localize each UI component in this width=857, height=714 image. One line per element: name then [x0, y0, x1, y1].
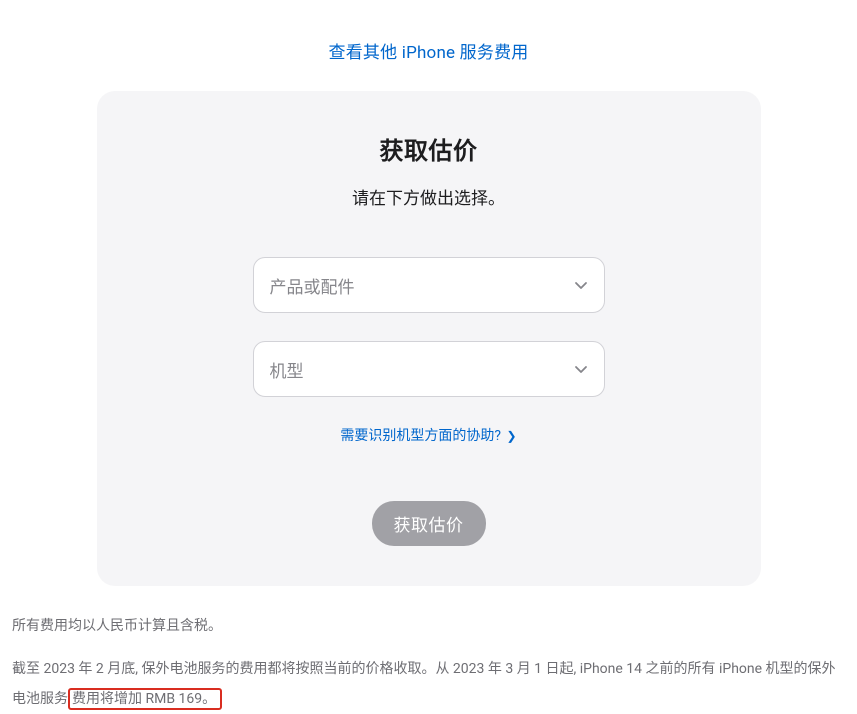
other-service-fees-link[interactable]: 查看其他 iPhone 服务费用: [329, 43, 529, 63]
top-link-container: 查看其他 iPhone 服务费用: [0, 0, 857, 91]
model-select[interactable]: 机型: [253, 341, 605, 397]
card-subtitle: 请在下方做出选择。: [137, 184, 721, 209]
note-line-1: 所有费用均以人民币计算且含税。: [12, 612, 845, 641]
product-select[interactable]: 产品或配件: [253, 257, 605, 313]
estimate-card: 获取估价 请在下方做出选择。 产品或配件 机型 需要识别机型方面的协助? ❯ 获…: [97, 91, 761, 586]
get-estimate-button[interactable]: 获取估价: [372, 501, 486, 546]
highlight-box: 费用将增加 RMB 169。: [68, 688, 222, 710]
help-link-container: 需要识别机型方面的协助? ❯: [137, 425, 721, 445]
note-line-2: 截至 2023 年 2 月底, 保外电池服务的费用都将按照当前的价格收取。从 2…: [12, 655, 845, 714]
notes-section: 所有费用均以人民币计算且含税。 截至 2023 年 2 月底, 保外电池服务的费…: [12, 612, 845, 714]
product-select-wrap: 产品或配件: [253, 257, 605, 313]
help-link-label: 需要识别机型方面的协助?: [340, 428, 501, 444]
identify-model-help-link[interactable]: 需要识别机型方面的协助? ❯: [340, 428, 516, 444]
chevron-right-icon: ❯: [507, 429, 517, 443]
model-select-wrap: 机型: [253, 341, 605, 397]
card-title: 获取估价: [137, 131, 721, 166]
